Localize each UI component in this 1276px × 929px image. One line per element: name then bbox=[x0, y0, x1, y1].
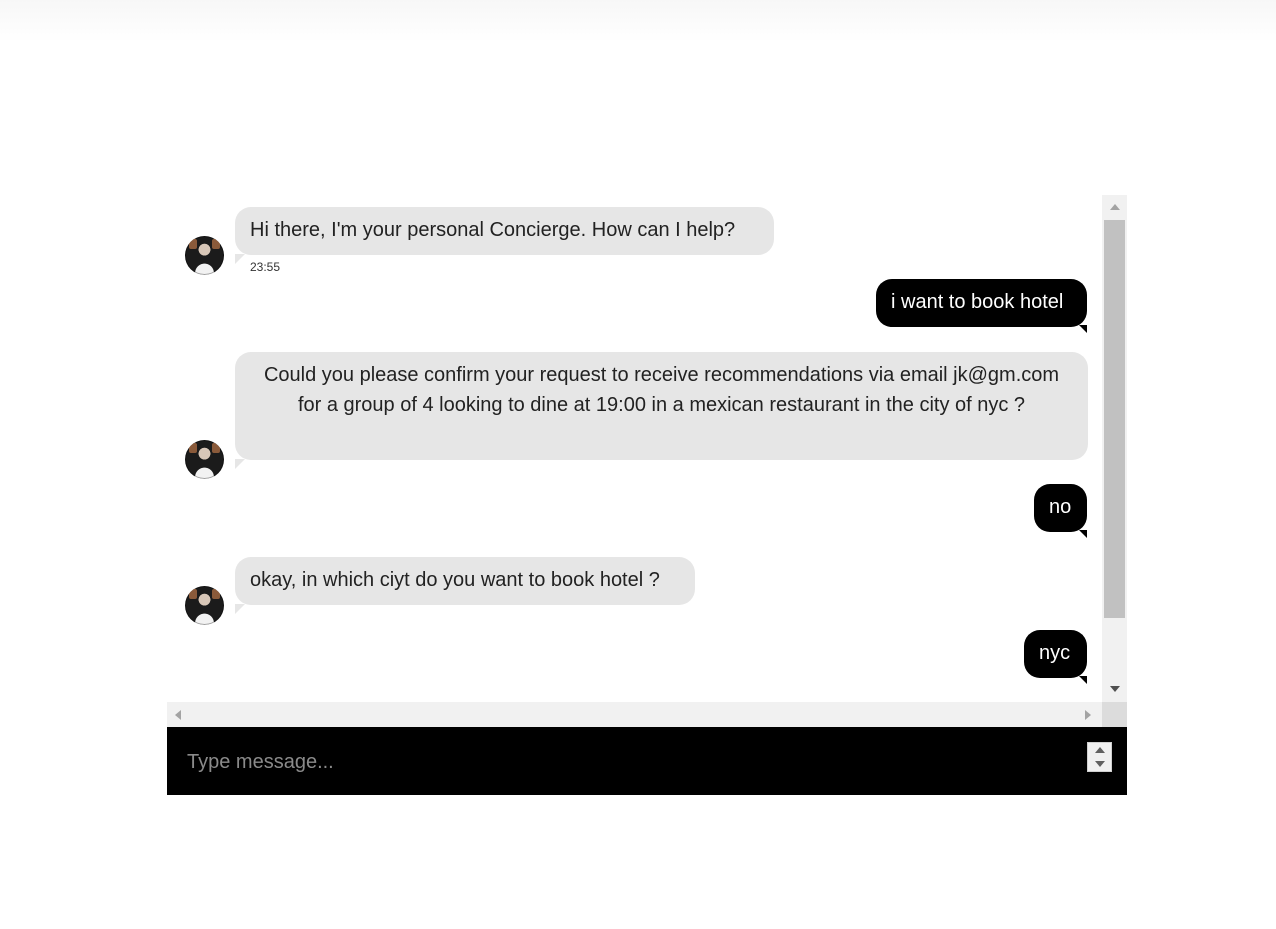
scrollbar-corner bbox=[1102, 702, 1127, 727]
scroll-up-arrow-icon[interactable] bbox=[1110, 204, 1120, 210]
horizontal-scrollbar[interactable] bbox=[167, 702, 1102, 727]
scroll-right-arrow-icon[interactable] bbox=[1085, 710, 1091, 720]
message-input-bar bbox=[167, 727, 1127, 795]
user-message: i want to book hotel bbox=[876, 279, 1087, 333]
vertical-scroll-thumb[interactable] bbox=[1104, 220, 1125, 618]
user-message: no bbox=[1034, 484, 1087, 538]
bot-message: Hi there, I'm your personal Concierge. H… bbox=[235, 207, 774, 264]
scroll-down-arrow-icon[interactable] bbox=[1110, 686, 1120, 692]
scroll-left-arrow-icon[interactable] bbox=[175, 710, 181, 720]
concierge-avatar bbox=[185, 236, 224, 275]
message-input[interactable] bbox=[185, 741, 1069, 783]
user-message: nyc bbox=[1024, 630, 1087, 684]
chat-window: Hi there, I'm your personal Concierge. H… bbox=[167, 195, 1127, 795]
browser-top-band bbox=[0, 0, 1276, 42]
bot-message: okay, in which ciyt do you want to book … bbox=[235, 557, 695, 614]
bot-message: Could you please confirm your request to… bbox=[235, 352, 1088, 469]
concierge-avatar bbox=[185, 440, 224, 479]
message-timestamp: 23:55 bbox=[250, 260, 281, 274]
input-resize-stepper[interactable] bbox=[1087, 742, 1112, 772]
message-list[interactable]: Hi there, I'm your personal Concierge. H… bbox=[167, 195, 1102, 702]
vertical-scrollbar[interactable] bbox=[1102, 195, 1127, 702]
concierge-avatar bbox=[185, 586, 224, 625]
stepper-up-icon[interactable] bbox=[1095, 747, 1105, 753]
stepper-down-icon[interactable] bbox=[1095, 761, 1105, 767]
